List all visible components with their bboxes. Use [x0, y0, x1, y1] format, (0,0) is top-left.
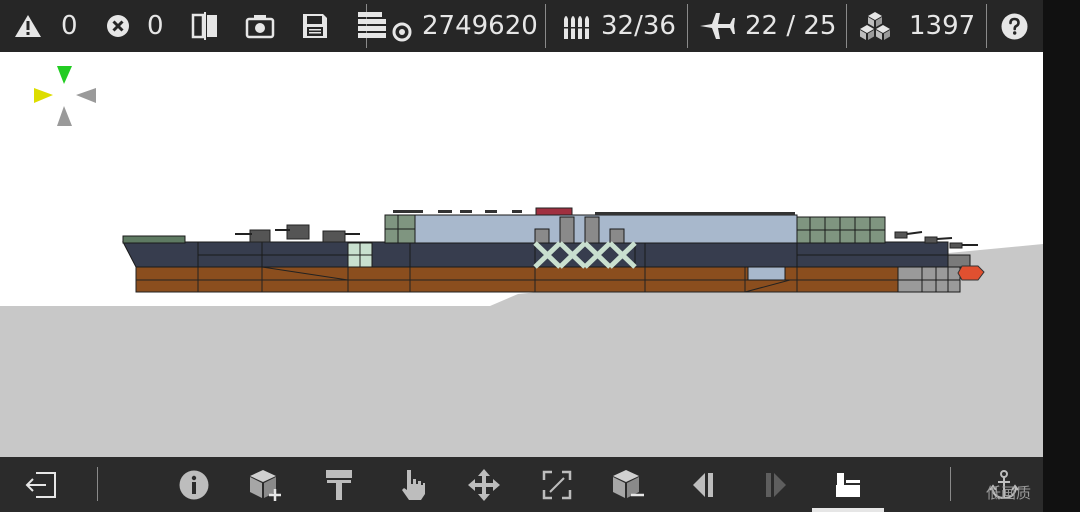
divider — [687, 4, 688, 48]
gizmo-right-arrow — [76, 88, 96, 103]
camera-icon — [245, 15, 275, 39]
resize-button[interactable] — [535, 457, 579, 512]
error-counter[interactable] — [106, 0, 130, 52]
gizmo-up-arrow — [57, 66, 72, 84]
remove-part-button[interactable] — [607, 457, 651, 512]
info-button[interactable] — [172, 457, 216, 512]
cubes-icon — [860, 12, 890, 40]
parts-value: 1397 — [909, 11, 976, 41]
build-canvas[interactable] — [0, 52, 1043, 457]
ship-view-button[interactable] — [826, 457, 870, 512]
active-tab-indicator — [812, 508, 884, 512]
warning-count: 0 — [61, 11, 78, 41]
ammunition-icon — [563, 16, 590, 39]
resize-icon — [542, 470, 572, 499]
aircraft-indicator — [698, 0, 736, 52]
add-part-button[interactable] — [244, 457, 288, 512]
help-icon — [1001, 13, 1028, 39]
divider — [846, 4, 847, 48]
exit-icon — [25, 471, 56, 498]
divider — [97, 467, 98, 501]
right-edge-strip — [1043, 0, 1080, 512]
ammo-indicator — [560, 0, 590, 52]
ship-structure-icon — [836, 472, 860, 497]
error-count: 0 — [147, 11, 164, 41]
ship-scene[interactable] — [0, 52, 1043, 457]
divider — [950, 467, 951, 501]
help-button[interactable] — [1001, 0, 1028, 52]
hand-pointer-icon — [402, 469, 425, 500]
move-arrows-icon — [468, 468, 500, 501]
gizmo-left-arrow — [34, 88, 53, 103]
floppy-disk-icon — [303, 14, 327, 38]
divider — [545, 4, 546, 48]
orientation-gizmo[interactable] — [34, 66, 96, 126]
quality-watermark: 低画质 — [986, 484, 1032, 502]
ammo-value: 32/36 — [601, 11, 676, 41]
mirror-icon — [191, 12, 217, 40]
divider — [986, 4, 987, 48]
red-equipment — [535, 207, 573, 216]
warning-icon — [15, 15, 41, 37]
deck-details — [393, 210, 795, 215]
save-button[interactable] — [301, 0, 329, 52]
weight-stack-icon — [358, 12, 412, 42]
mass-value: 2749620 — [422, 11, 538, 41]
cube-add-icon — [250, 469, 281, 501]
propeller — [957, 265, 985, 281]
next-button[interactable] — [753, 457, 797, 512]
warning-counter[interactable] — [14, 0, 42, 52]
info-icon — [179, 470, 209, 499]
mirror-view-button[interactable] — [190, 0, 220, 52]
top-status-bar: 0 0 2749620 32/36 22 / 25 1397 — [0, 0, 1043, 52]
gizmo-down-arrow — [57, 106, 72, 126]
move-button[interactable] — [462, 457, 506, 512]
cube-remove-icon — [613, 469, 644, 498]
exit-button[interactable] — [20, 457, 62, 512]
step-back-icon — [693, 472, 713, 497]
bottom-toolbar — [0, 457, 1043, 512]
previous-button[interactable] — [682, 457, 726, 512]
screenshot-button[interactable] — [245, 0, 275, 52]
step-forward-icon — [766, 472, 786, 497]
paint-button[interactable] — [317, 457, 361, 512]
error-icon — [107, 15, 129, 37]
select-button[interactable] — [391, 457, 435, 512]
mass-indicator — [356, 0, 412, 52]
aircraft-carrier-model[interactable] — [122, 207, 985, 293]
aircraft-value: 22 / 25 — [745, 11, 837, 41]
parts-indicator — [858, 0, 892, 52]
paint-roller-icon — [326, 469, 352, 500]
airplane-icon — [700, 13, 735, 39]
